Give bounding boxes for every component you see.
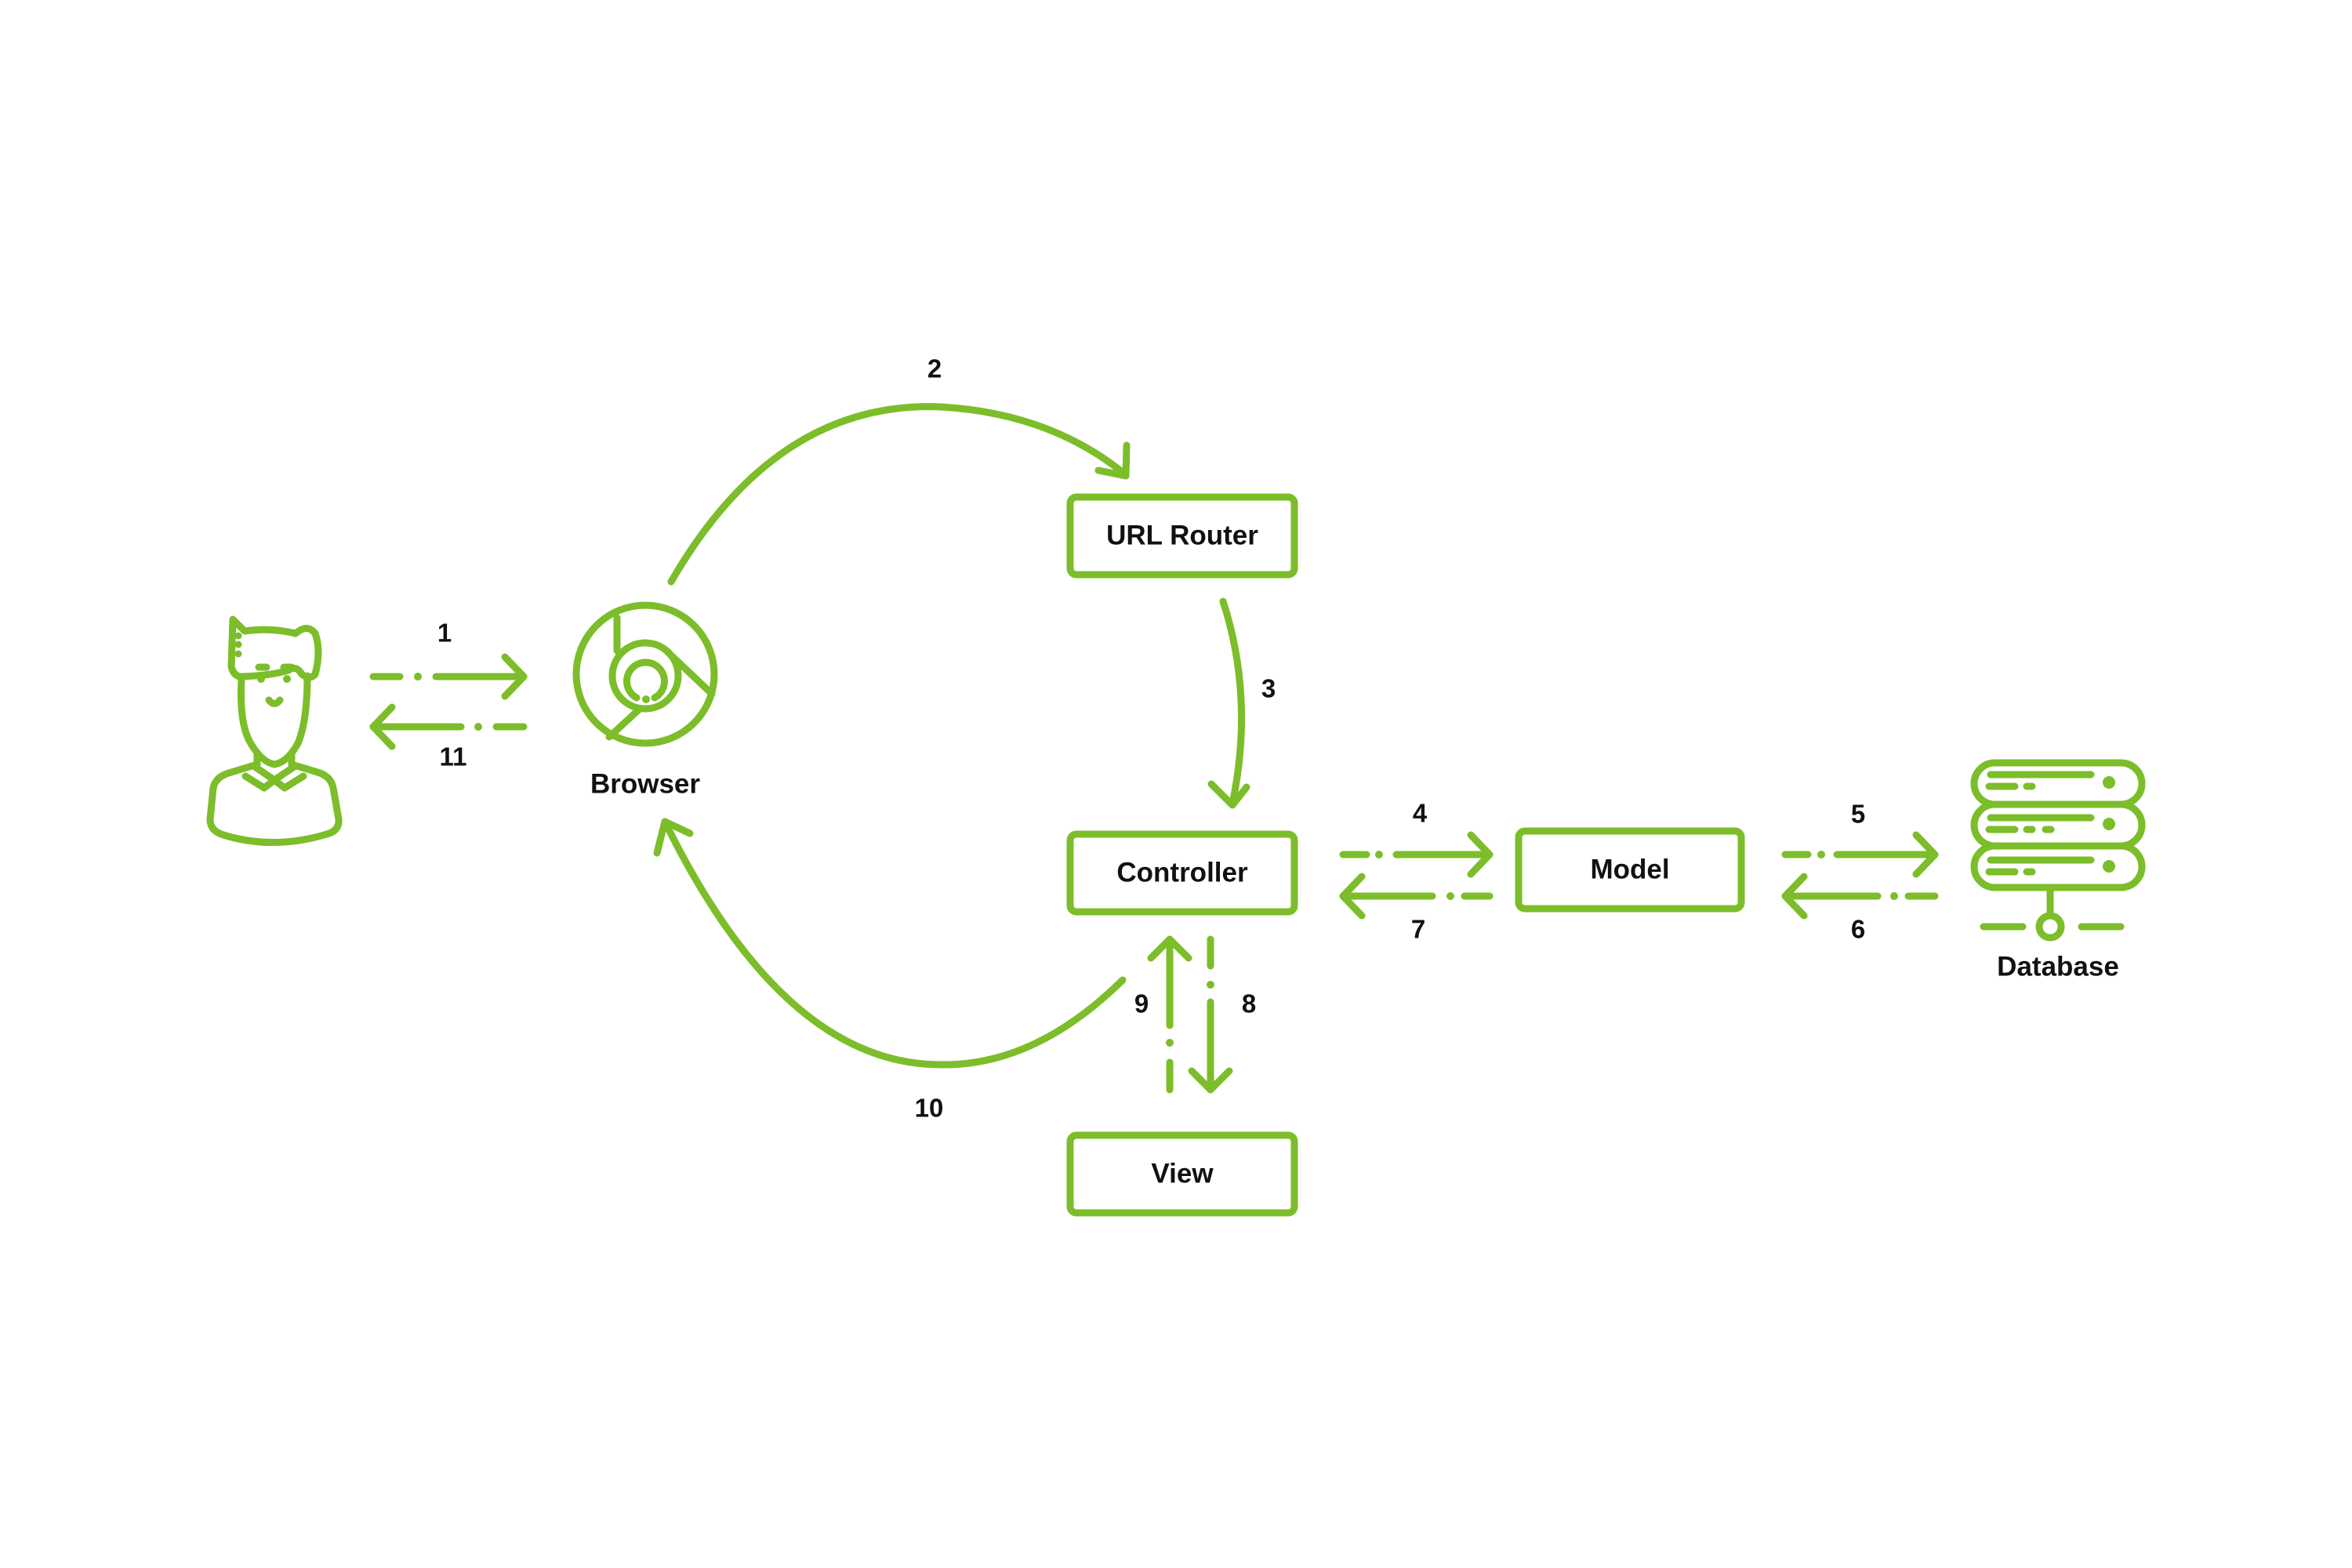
step-label-5: 5 — [1851, 800, 1865, 829]
step-label-6: 6 — [1851, 915, 1865, 944]
controller-node[interactable]: Controller — [1066, 830, 1298, 916]
step-label-1: 1 — [437, 619, 452, 648]
arrow-step-2 — [667, 403, 1131, 586]
database-server-icon — [1970, 759, 2146, 942]
step-label-8: 8 — [1242, 989, 1256, 1018]
mvc-diagram: 1 11 Browser 2 URL Router 3 Controller 4… — [206, 354, 2146, 1217]
step-label-7: 7 — [1411, 915, 1425, 944]
arrow-step-7 — [1339, 873, 1494, 920]
arrow-step-9 — [1147, 935, 1192, 1094]
arrow-step-4 — [1339, 831, 1494, 878]
database-label: Database — [1997, 951, 2119, 982]
arrow-step-1 — [369, 653, 528, 700]
arrow-step-11 — [369, 703, 528, 750]
arrow-step-10 — [653, 818, 1127, 1069]
url-router-node[interactable]: URL Router — [1066, 493, 1298, 579]
url-router-label: URL Router — [1106, 520, 1258, 550]
step-label-11: 11 — [440, 742, 467, 771]
model-node[interactable]: Model — [1515, 827, 1745, 913]
arrow-step-3 — [1207, 597, 1250, 809]
step-label-4: 4 — [1413, 799, 1428, 828]
model-label: Model — [1590, 854, 1669, 884]
arrow-step-5 — [1781, 831, 1939, 878]
step-label-3: 3 — [1261, 674, 1276, 703]
browser-icon — [572, 601, 718, 747]
user-icon — [206, 615, 343, 846]
browser-icon-dot — [642, 695, 650, 703]
view-label: View — [1151, 1158, 1214, 1189]
controller-label: Controller — [1116, 857, 1248, 887]
arrow-step-6 — [1781, 873, 1939, 920]
arrow-step-8 — [1188, 935, 1233, 1094]
step-label-9: 9 — [1134, 989, 1149, 1018]
step-label-2: 2 — [927, 354, 942, 383]
browser-label: Browser — [590, 768, 700, 799]
view-node[interactable]: View — [1066, 1131, 1298, 1217]
step-label-10: 10 — [915, 1094, 944, 1123]
